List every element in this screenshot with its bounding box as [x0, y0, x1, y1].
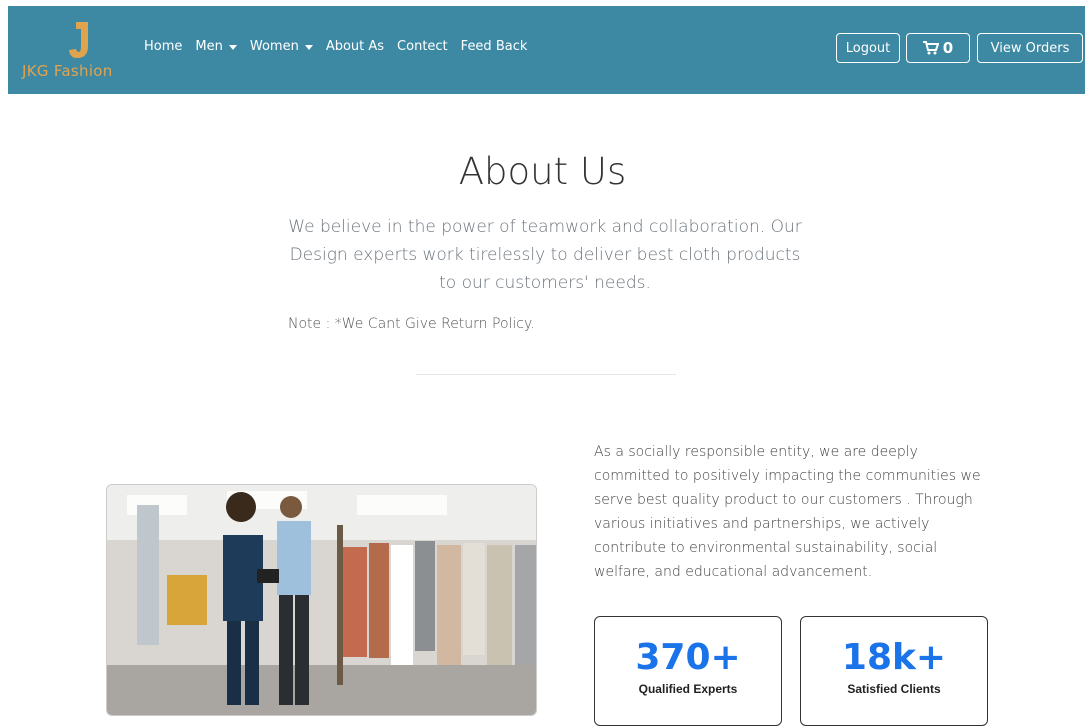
stat-card-clients: 18k+ Satisfied Clients: [800, 616, 988, 726]
about-lead-text: We believe in the power of teamwork and …: [288, 217, 802, 293]
stat-value: 18k+: [841, 637, 947, 678]
nav-contact-label: Contect: [397, 39, 448, 54]
nav-feedback[interactable]: Feed Back: [461, 39, 528, 54]
stat-value: 370+: [635, 637, 741, 678]
cart-count: 0: [942, 39, 954, 57]
logout-label: Logout: [845, 40, 891, 56]
caret-down-icon: [228, 45, 237, 50]
nav-about-label: About As: [325, 39, 385, 54]
view-orders-label: View Orders: [990, 40, 1070, 56]
nav-contact[interactable]: Contect: [397, 39, 448, 54]
stat-card-experts: 370+ Qualified Experts: [594, 616, 782, 726]
stat-label: Satisfied Clients: [847, 682, 941, 696]
nav-links: Home Men Women About As Contect Feed Bac…: [144, 39, 540, 54]
caret-down-icon: [304, 45, 313, 50]
section-divider: [416, 374, 676, 375]
about-paragraph: As a socially responsible entity, we are…: [594, 444, 981, 580]
return-policy-note: Note : *We Cant Give Return Policy.: [288, 316, 535, 332]
nav-home[interactable]: Home: [144, 39, 182, 54]
view-orders-button[interactable]: View Orders: [977, 33, 1083, 63]
stat-label: Qualified Experts: [638, 682, 738, 696]
store-photo-illustration: [107, 485, 536, 715]
page-title: About Us: [458, 150, 627, 193]
store-photo: [106, 484, 537, 716]
cart-icon: [922, 41, 939, 55]
nav-feedback-label: Feed Back: [460, 39, 528, 54]
brand-name: JKG Fashion: [22, 62, 113, 80]
logo-j-icon: [69, 22, 88, 58]
nav-men-dropdown[interactable]: Men: [195, 39, 237, 54]
nav-about[interactable]: About As: [326, 39, 384, 54]
navbar: JKG Fashion Home Men Women About As Cont…: [8, 6, 1085, 94]
nav-men-label: Men: [195, 39, 223, 54]
nav-women-dropdown[interactable]: Women: [250, 39, 313, 54]
cart-button[interactable]: 0: [906, 33, 970, 63]
logout-button[interactable]: Logout: [836, 33, 900, 63]
brand-logo[interactable]: JKG Fashion: [22, 16, 122, 80]
nav-home-label: Home: [144, 39, 183, 54]
nav-women-label: Women: [249, 39, 299, 54]
